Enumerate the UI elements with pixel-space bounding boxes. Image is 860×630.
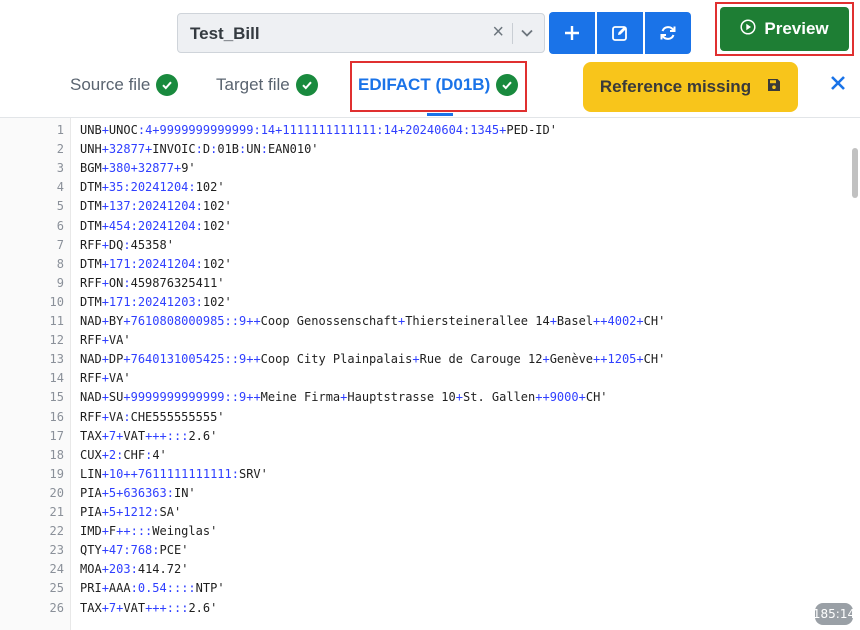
vertical-scrollbar[interactable] (848, 118, 860, 630)
line-number: 19 (49, 466, 64, 481)
scrollbar-thumb[interactable] (852, 148, 858, 198)
line-number: 13 (49, 352, 64, 367)
line-number: 24 (49, 562, 64, 577)
reference-missing-button[interactable]: Reference missing (583, 62, 798, 112)
bill-select[interactable]: Test_Bill × (177, 13, 545, 53)
line-number: 6 (56, 218, 64, 233)
line-number: 10 (49, 294, 64, 309)
code-text: PRI+AAA:0.54::::NTP' (80, 581, 225, 596)
reference-missing-label: Reference missing (599, 77, 752, 96)
preview-label: Preview (764, 19, 829, 38)
line-number: 1 (56, 123, 64, 137)
line-number: 11 (49, 314, 64, 328)
code-text: DTM+171:20241203:102' (80, 294, 232, 309)
line-number: 25 (49, 581, 64, 596)
cursor-position-badge: 185:14 (813, 603, 855, 625)
code-text: UNB+UNOC:4+9999999999999:14+111111111111… (80, 123, 557, 137)
code-text: UNH+32877+INVOIC:D:01B:UN:EAN010' (80, 142, 319, 157)
close-icon[interactable] (830, 75, 846, 96)
code-text: DTM+171:20241204:102' (80, 256, 232, 271)
gutter-divider (70, 118, 71, 630)
line-number: 26 (49, 600, 64, 615)
refresh-button[interactable] (645, 12, 691, 54)
add-button[interactable] (549, 12, 595, 54)
active-tab-indicator (427, 113, 453, 116)
line-number: 21 (49, 505, 64, 519)
line-number: 7 (56, 237, 64, 252)
code-text: RFF+VA:CHE555555555' (80, 409, 225, 424)
line-number: 23 (49, 543, 64, 558)
code-text: RFF+VA' (80, 333, 131, 348)
tab-edifact-label: EDIFACT (D01B) (358, 75, 491, 94)
code-text: MOA+203:414.72' (80, 562, 189, 577)
code-text: PIA+5+636363:IN' (80, 485, 196, 500)
line-number: 20 (49, 485, 64, 500)
preview-button[interactable]: Preview (720, 7, 849, 51)
refresh-icon (659, 24, 677, 42)
code-text: LIN+10++7611111111111:SRV' (80, 466, 268, 481)
check-circle-icon (156, 74, 179, 96)
code-text: RFF+VA' (80, 371, 131, 386)
code-text: PIA+5+1212:SA' (80, 505, 182, 519)
code-text: IMD+F++:::Weinglas' (80, 524, 218, 539)
code-text: NAD+BY+7610808000985::9++Coop Genossensc… (80, 314, 666, 328)
line-number: 5 (56, 199, 64, 214)
code-text: TAX+7+VAT+++:::2.6' (80, 428, 218, 443)
chevron-down-icon[interactable] (520, 26, 534, 40)
line-number: 9 (56, 275, 64, 290)
tab-edifact[interactable]: EDIFACT (D01B) (358, 74, 519, 96)
clear-selection-icon[interactable]: × (492, 21, 504, 44)
plus-icon (563, 24, 581, 42)
select-divider (512, 23, 513, 44)
line-number: 8 (56, 256, 64, 271)
line-number: 4 (56, 180, 64, 195)
line-number: 2 (56, 142, 64, 157)
code-text: DTM+454:20241204:102' (80, 218, 232, 233)
code-text: NAD+SU+9999999999999::9++Meine Firma+Hau… (80, 390, 608, 405)
code-text: DTM+35:20241204:102' (80, 180, 225, 195)
line-number: 14 (49, 371, 64, 386)
code-text: BGM+380+32877+9' (80, 161, 196, 176)
edit-icon (611, 24, 629, 42)
code-text: RFF+ON:459876325411' (80, 275, 225, 290)
code-text: RFF+DQ:45358' (80, 237, 174, 252)
line-number: 17 (49, 428, 64, 443)
tab-target-file[interactable]: Target file (216, 74, 318, 96)
check-circle-icon (295, 74, 318, 96)
line-number: 12 (49, 333, 64, 348)
edit-button[interactable] (597, 12, 643, 54)
line-number: 3 (56, 161, 64, 176)
code-text: QTY+47:768:PCE' (80, 543, 189, 558)
tab-target-label: Target file (216, 75, 290, 94)
code-text: NAD+DP+7640131005425::9++Coop City Plain… (80, 352, 666, 367)
code-text: DTM+137:20241204:102' (80, 199, 232, 214)
tab-source-label: Source file (70, 75, 151, 94)
line-number: 16 (49, 409, 64, 424)
code-text: CUX+2:CHF:4' (80, 447, 167, 462)
check-circle-icon (496, 74, 519, 96)
line-number: 18 (49, 447, 64, 462)
tab-source-file[interactable]: Source file (70, 74, 179, 96)
bill-select-value: Test_Bill (190, 24, 260, 43)
code-text: TAX+7+VAT+++:::2.6' (80, 600, 218, 615)
save-icon (767, 77, 781, 97)
line-number: 22 (49, 524, 64, 539)
line-number: 15 (49, 390, 64, 405)
edifact-code-editor[interactable]: 1 UNB+UNOC:4+9999999999999:14+11111111111… (0, 117, 860, 630)
play-circle-icon (740, 18, 756, 40)
